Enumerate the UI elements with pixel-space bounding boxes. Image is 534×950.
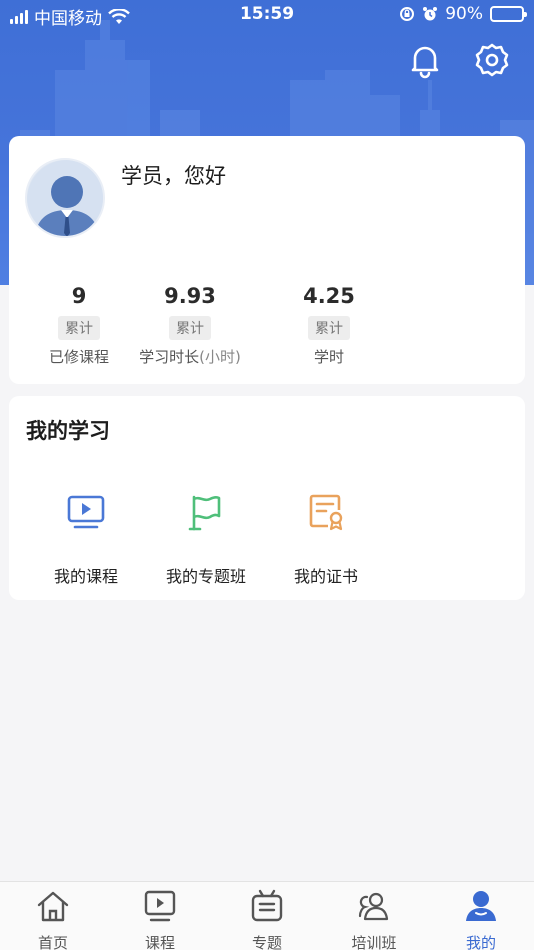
stat-value: 9 bbox=[71, 284, 87, 308]
greeting-text: 学员，您好 bbox=[121, 165, 226, 188]
stat-completed-courses[interactable]: 9 累计 已修课程 bbox=[19, 284, 139, 367]
tab-home[interactable]: 首页 bbox=[13, 888, 93, 950]
bottom-tab-bar: 首页 课程 专题 培训班 我的 bbox=[0, 881, 534, 950]
profile-icon bbox=[466, 891, 496, 921]
tab-label: 专题 bbox=[251, 934, 282, 950]
my-courses-label: 我的课程 bbox=[53, 567, 118, 586]
bell-icon[interactable] bbox=[405, 40, 445, 80]
battery-icon bbox=[490, 6, 527, 22]
video-course-icon bbox=[67, 495, 105, 529]
my-topic-class-label: 我的专题班 bbox=[165, 567, 246, 586]
stat-label: 已修课程 bbox=[48, 348, 109, 366]
stat-study-duration[interactable]: 9.93 累计 学习时长(小时) bbox=[130, 284, 250, 367]
home-icon bbox=[37, 891, 69, 922]
flag-icon bbox=[188, 495, 221, 531]
section-title: 我的学习 bbox=[26, 419, 110, 443]
tab-label: 培训班 bbox=[351, 934, 397, 950]
avatar[interactable] bbox=[25, 158, 105, 238]
my-courses-button[interactable]: 我的课程 bbox=[31, 492, 141, 587]
stat-value: 4.25 bbox=[303, 284, 355, 308]
certificate-icon bbox=[309, 494, 343, 531]
tab-label: 我的 bbox=[465, 934, 496, 950]
stat-label: 学习时长(小时) bbox=[139, 348, 241, 366]
user-avatar-icon bbox=[27, 160, 103, 236]
play-course-icon bbox=[144, 890, 176, 922]
alarm-icon bbox=[423, 7, 438, 21]
training-class-icon bbox=[358, 892, 389, 921]
stat-value: 9.93 bbox=[164, 284, 216, 308]
tab-courses[interactable]: 课程 bbox=[120, 888, 200, 950]
my-certificates-button[interactable]: 我的证书 bbox=[271, 492, 381, 587]
rotation-lock-icon bbox=[400, 7, 415, 21]
tab-mine[interactable]: 我的 bbox=[441, 888, 521, 950]
status-right: 90% bbox=[399, 4, 527, 24]
my-certificates-label: 我的证书 bbox=[293, 567, 358, 586]
stat-label: 学时 bbox=[313, 348, 344, 366]
battery-percent: 90% bbox=[445, 4, 483, 24]
stat-credit-hours[interactable]: 4.25 累计 学时 bbox=[269, 284, 389, 367]
stat-tag: 累计 bbox=[308, 316, 350, 340]
my-topic-class-button[interactable]: 我的专题班 bbox=[151, 492, 261, 587]
stat-tag: 累计 bbox=[169, 316, 211, 340]
profile-card: 学员，您好 9 累计 已修课程 9.93 累计 学习时长(小时) 4.25 累计… bbox=[9, 136, 525, 384]
stat-tag: 累计 bbox=[58, 316, 100, 340]
my-learning-card: 我的学习 我的课程 我的专题班 我的证书 bbox=[9, 396, 525, 600]
settings-gear-icon[interactable] bbox=[472, 40, 512, 80]
tab-training-class[interactable]: 培训班 bbox=[334, 888, 414, 950]
tab-label: 首页 bbox=[37, 934, 68, 950]
tab-label: 课程 bbox=[144, 934, 175, 950]
tab-topics[interactable]: 专题 bbox=[227, 888, 307, 950]
status-bar: 中国移动 15:59 90% bbox=[0, 0, 534, 30]
topic-icon bbox=[251, 889, 283, 922]
